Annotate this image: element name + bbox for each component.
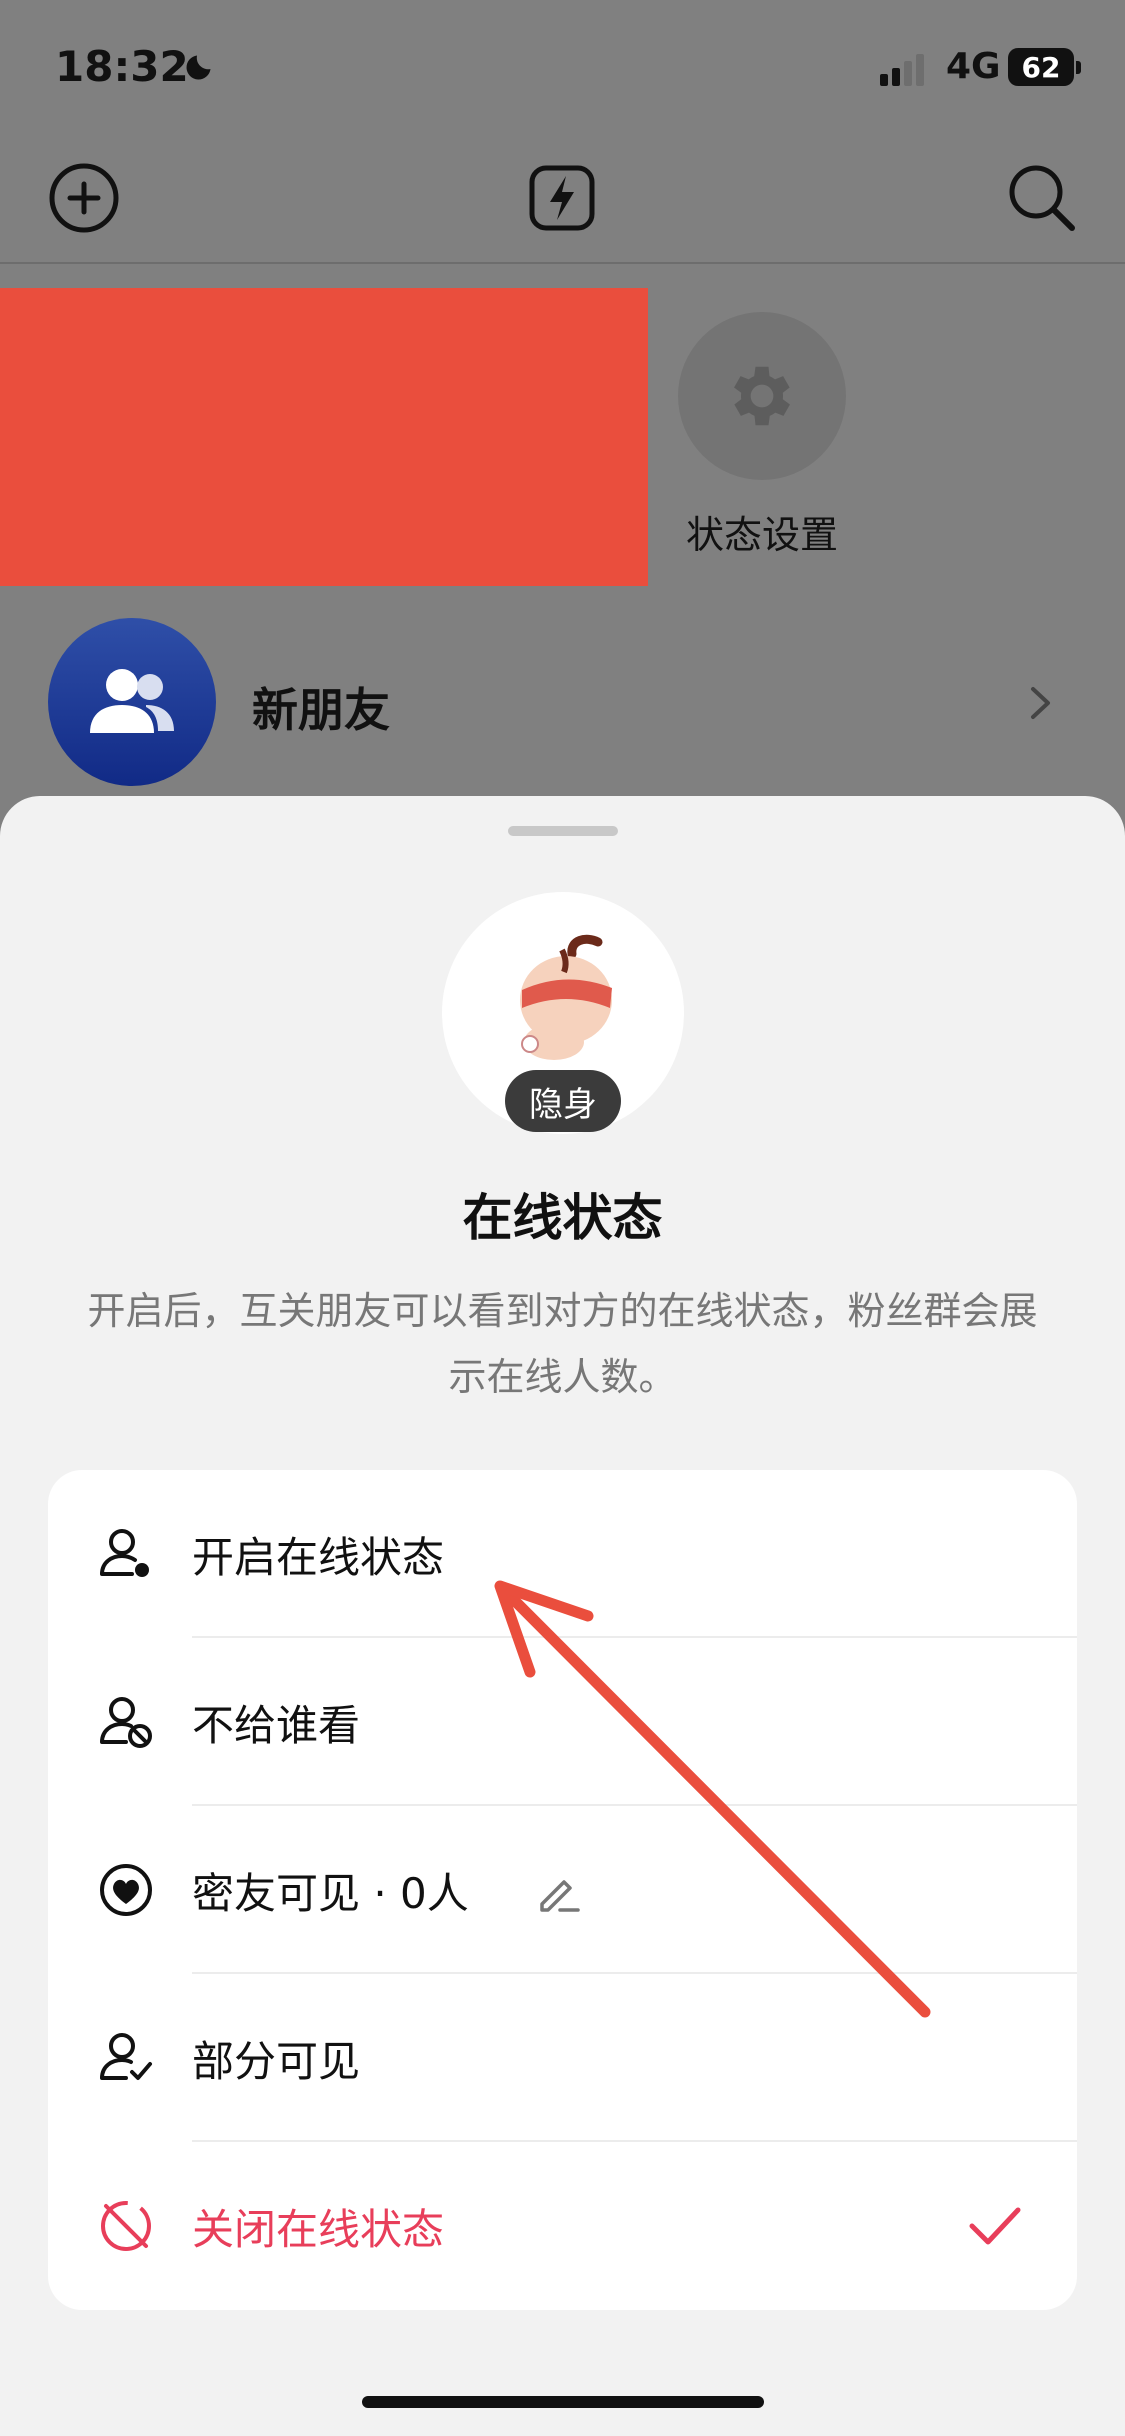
sheet-title: 在线状态 [462,1189,663,1247]
status-settings-label: 状态设置 [685,513,838,557]
option-partial-visible[interactable]: 部分可见 [48,1974,1077,2142]
status-time: 18:32 [55,42,189,91]
battery-level: 62 [1021,50,1061,84]
plus-circle-icon[interactable] [46,160,122,236]
gear-icon [734,366,790,426]
top-divider [0,262,1125,264]
options-card: 开启在线状态 不给谁看 密友可见 · 0人 部分可见 关闭在线状态 [48,1470,1077,2310]
option-close-friends[interactable]: 密友可见 · 0人 [48,1806,1077,1974]
option-label: 关闭在线状态 [192,2205,445,2254]
sheet-handle[interactable] [508,826,618,836]
user-dot-icon [100,1529,149,1577]
option-label: 密友可见 · 0人 [192,1869,469,1918]
signal-icon [880,54,924,86]
eye-off-icon [101,2201,151,2251]
home-indicator[interactable] [362,2396,764,2408]
chevron-right-icon [1031,687,1050,719]
sheet-description: 开启后，互关朋友可以看到对方的在线状态，粉丝群会展示在线人数。 [87,1289,1038,1399]
user-block-icon [100,1697,152,1748]
option-hide-from[interactable]: 不给谁看 [48,1638,1077,1806]
search-icon[interactable] [1004,160,1080,236]
option-label: 开启在线状态 [192,1533,445,1582]
network-type: 4G [946,46,1001,87]
option-label: 不给谁看 [192,1701,361,1750]
option-disable-online[interactable]: 关闭在线状态 [48,2142,1077,2310]
status-settings-button[interactable] [678,312,846,480]
battery-tip [1076,61,1081,74]
invisible-badge: 隐身 [505,1070,621,1132]
option-enable-online[interactable]: 开启在线状态 [48,1470,1077,1638]
user-check-icon [100,2033,152,2080]
redacted-area [0,288,648,586]
option-label: 部分可见 [192,2037,361,2086]
new-friends-avatar[interactable] [48,618,216,786]
heart-icon [100,1864,152,1916]
new-friends-label[interactable]: 新朋友 [252,674,390,740]
edit-icon[interactable] [534,1868,582,1916]
checkmark-icon [969,2207,1021,2245]
battery-indicator: 62 [1008,48,1074,86]
lightning-icon[interactable] [524,160,600,236]
moon-icon [186,55,211,80]
users-icon [90,669,174,733]
